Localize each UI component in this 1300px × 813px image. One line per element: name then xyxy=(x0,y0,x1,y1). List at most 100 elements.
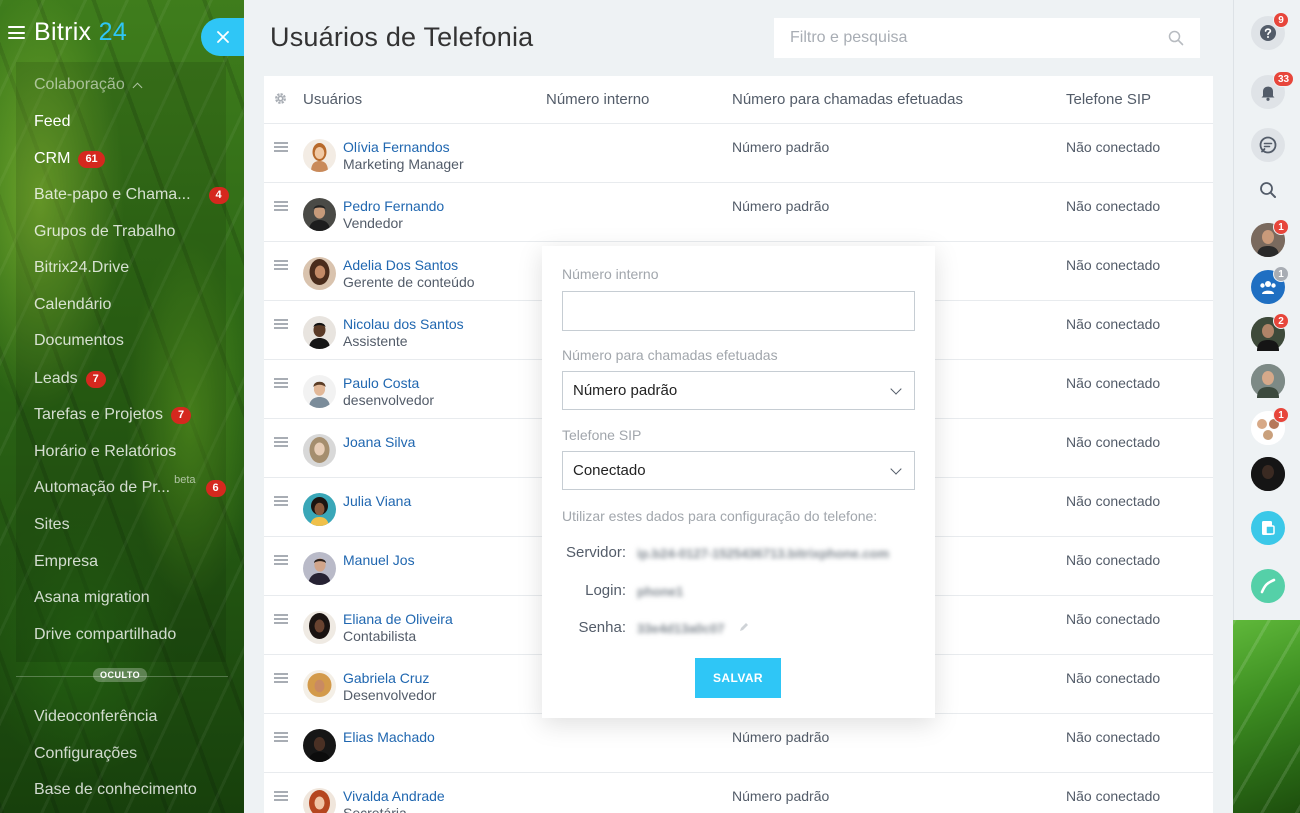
avatar[interactable] xyxy=(303,434,336,467)
user-name-link[interactable]: Joana Silva xyxy=(343,434,415,450)
drag-handle-icon[interactable] xyxy=(274,142,288,152)
sidebar-item-feed[interactable]: Feed xyxy=(34,113,70,131)
recent-chat-avatar[interactable]: 2 xyxy=(1251,313,1289,351)
internal-number-field[interactable] xyxy=(562,291,915,331)
drag-handle-icon[interactable] xyxy=(274,378,288,388)
drag-handle-icon[interactable] xyxy=(274,673,288,683)
user-name-link[interactable]: Gabriela Cruz xyxy=(343,670,429,686)
avatar xyxy=(1251,364,1285,398)
table-row[interactable]: Elias Machado Número padrão Não conectad… xyxy=(264,714,1213,773)
sidebar-item-company[interactable]: Empresa xyxy=(34,553,98,571)
sidebar-section-colaboracao[interactable]: Colaboração xyxy=(34,76,143,94)
user-name-link[interactable]: Elias Machado xyxy=(343,729,435,745)
sip-phone-cell: Não conectado xyxy=(1066,788,1161,804)
drag-handle-icon[interactable] xyxy=(274,555,288,565)
search-icon[interactable] xyxy=(1168,30,1184,46)
avatar[interactable] xyxy=(303,729,336,762)
notifications-button[interactable]: 33 xyxy=(1251,71,1295,109)
table-row[interactable]: Pedro Fernando Vendedor Número padrão Nã… xyxy=(264,183,1213,242)
sidebar-item-chat[interactable]: Bate-papo e Chama... 4 xyxy=(34,186,229,204)
sidebar-item-tasks[interactable]: Tarefas e Projetos 7 xyxy=(34,406,192,424)
column-header-sip-phone[interactable]: Telefone SIP xyxy=(1066,91,1151,108)
call-button[interactable] xyxy=(1251,569,1285,603)
sip-phone-value: Conectado xyxy=(573,462,646,479)
avatar[interactable] xyxy=(303,139,336,172)
recent-chat-group-avatars[interactable]: 1 xyxy=(1251,407,1289,445)
avatar[interactable] xyxy=(303,198,336,231)
table-row[interactable]: Olívia Fernandos Marketing Manager Númer… xyxy=(264,124,1213,183)
counter-badge: 4 xyxy=(208,186,229,204)
table-row[interactable]: Vivalda Andrade Secretária Número padrão… xyxy=(264,773,1213,813)
group-chat-icon xyxy=(1260,281,1276,294)
avatar[interactable] xyxy=(303,611,336,644)
user-name-link[interactable]: Eliana de Oliveira xyxy=(343,611,453,627)
brand-logo[interactable]: Bitrix 24 xyxy=(34,18,127,47)
sidebar-item-leads[interactable]: Leads 7 xyxy=(34,370,106,388)
avatar[interactable] xyxy=(303,670,336,703)
phone-icon xyxy=(1260,578,1276,594)
search-box[interactable] xyxy=(774,18,1200,58)
user-name-link[interactable]: Pedro Fernando xyxy=(343,198,444,214)
avatar[interactable] xyxy=(303,316,336,349)
menu-icon[interactable] xyxy=(8,26,25,39)
edit-icon[interactable] xyxy=(739,622,749,632)
drag-handle-icon[interactable] xyxy=(274,319,288,329)
recent-chat-avatar[interactable] xyxy=(1251,364,1285,398)
sidebar-item-documents[interactable]: Documentos xyxy=(34,332,124,350)
avatar[interactable] xyxy=(303,788,336,813)
drag-handle-icon[interactable] xyxy=(274,732,288,742)
column-header-internal-number[interactable]: Número interno xyxy=(546,91,649,108)
outgoing-number-select[interactable]: Número padrão xyxy=(562,371,915,410)
recent-chat-avatar[interactable] xyxy=(1251,457,1285,491)
close-slider-button[interactable] xyxy=(201,18,244,56)
search-input[interactable] xyxy=(790,29,1168,47)
save-button[interactable]: SALVAR xyxy=(695,658,781,698)
sidebar-item-sites[interactable]: Sites xyxy=(34,516,70,534)
sip-phone-cell: Não conectado xyxy=(1066,198,1161,214)
user-name-link[interactable]: Olívia Fernandos xyxy=(343,139,450,155)
column-header-users[interactable]: Usuários xyxy=(303,91,362,108)
drag-handle-icon[interactable] xyxy=(274,614,288,624)
sidebar-item-videoconference[interactable]: Videoconferência xyxy=(34,708,157,726)
user-name-link[interactable]: Adelia Dos Santos xyxy=(343,257,458,273)
notification-badge: 1 xyxy=(1273,219,1289,235)
open-lines-button[interactable] xyxy=(1251,511,1285,545)
sip-phone-select[interactable]: Conectado xyxy=(562,451,915,490)
user-name-link[interactable]: Manuel Jos xyxy=(343,552,415,568)
sidebar-item-knowledge-base[interactable]: Base de conhecimento xyxy=(34,781,197,799)
sidebar-item-calendar[interactable]: Calendário xyxy=(34,296,111,314)
avatar[interactable] xyxy=(303,552,336,585)
sidebar-item-drive[interactable]: Bitrix24.Drive xyxy=(34,259,129,277)
hidden-section-label[interactable]: OCULTO xyxy=(93,668,148,682)
drag-handle-icon[interactable] xyxy=(274,496,288,506)
sidebar-item-settings[interactable]: Configurações xyxy=(34,745,137,763)
drag-handle-icon[interactable] xyxy=(274,260,288,270)
sidebar-item-time-reports[interactable]: Horário e Relatórios xyxy=(34,443,176,461)
recent-chat-avatar[interactable]: 1 xyxy=(1251,219,1289,257)
avatar[interactable] xyxy=(303,375,336,408)
help-button[interactable]: 9 xyxy=(1251,12,1289,50)
sidebar-item-crm[interactable]: CRM 61 xyxy=(34,150,105,168)
drag-handle-icon[interactable] xyxy=(274,201,288,211)
user-name-link[interactable]: Vivalda Andrade xyxy=(343,788,445,804)
user-name-link[interactable]: Julia Viana xyxy=(343,493,411,509)
messenger-button[interactable] xyxy=(1251,128,1285,162)
avatar[interactable] xyxy=(303,257,336,290)
search-button[interactable] xyxy=(1251,173,1285,207)
recent-chat-group[interactable]: 1 xyxy=(1251,266,1289,304)
avatar[interactable] xyxy=(303,493,336,526)
gear-icon[interactable] xyxy=(273,91,288,106)
page-title: Usuários de Telefonia xyxy=(270,22,534,52)
notification-badge: 9 xyxy=(1273,12,1289,28)
sidebar-item-automation[interactable]: Automação de Pr... beta 6 xyxy=(34,474,226,497)
sidebar-item-shared-drive[interactable]: Drive compartilhado xyxy=(34,626,176,644)
column-header-outgoing-number[interactable]: Número para chamadas efetuadas xyxy=(732,91,963,108)
help-icon xyxy=(1260,25,1276,41)
user-name-link[interactable]: Paulo Costa xyxy=(343,375,419,391)
user-name-link[interactable]: Nicolau dos Santos xyxy=(343,316,464,332)
internal-number-input[interactable] xyxy=(563,292,914,330)
drag-handle-icon[interactable] xyxy=(274,791,288,801)
sidebar-item-asana[interactable]: Asana migration xyxy=(34,589,150,607)
drag-handle-icon[interactable] xyxy=(274,437,288,447)
sidebar-item-groups[interactable]: Grupos de Trabalho xyxy=(34,223,175,241)
